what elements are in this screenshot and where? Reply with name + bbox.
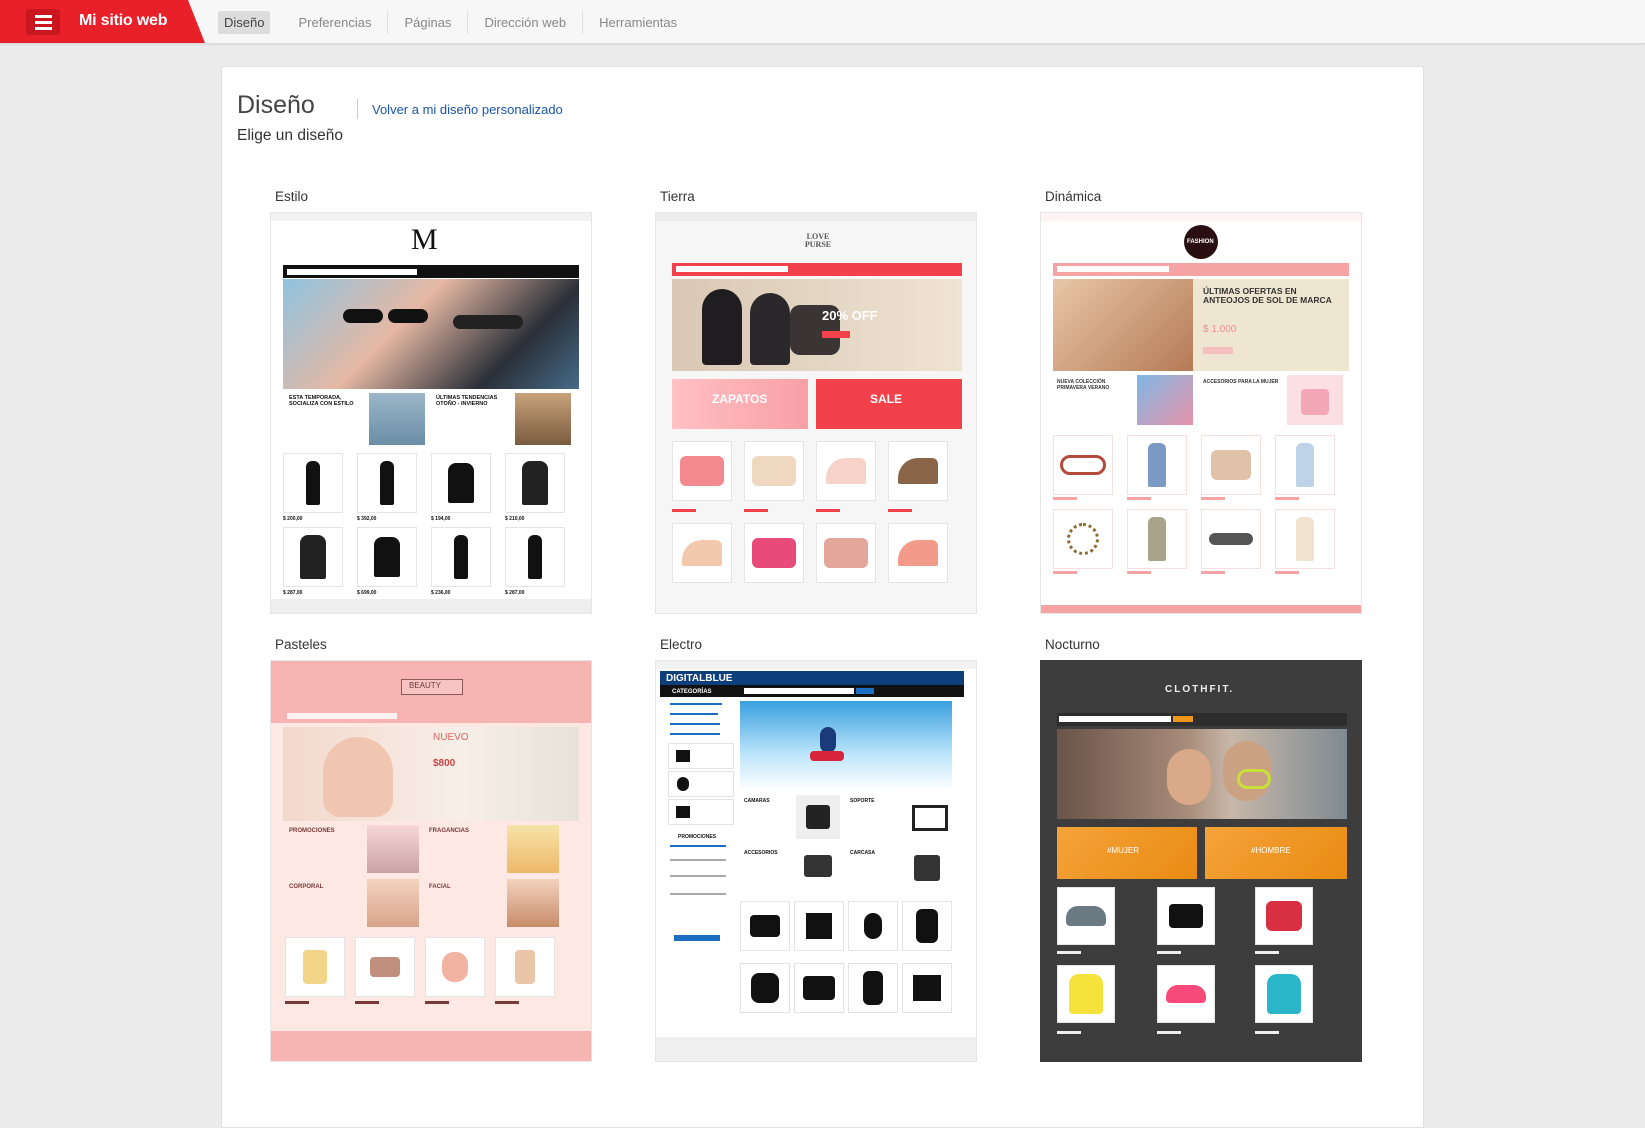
hero-image bbox=[283, 279, 579, 389]
theme-card-dinamica[interactable]: Dinámica FASHION ÚLTIMAS OFERTAS EN ANTE… bbox=[1040, 189, 1365, 614]
nav-tab-herramientas[interactable]: Herramientas bbox=[593, 11, 693, 34]
theme-name: Estilo bbox=[275, 189, 309, 204]
theme-card-tierra[interactable]: Tierra LOVE PURSE 20% OFF ZAPATOS SALE bbox=[655, 189, 980, 614]
theme-card-estilo[interactable]: Estilo M ESTA TEMPORADA, SOCIALIZA CON E… bbox=[270, 189, 595, 614]
back-to-custom-design-link[interactable]: Volver a mi diseño personalizado bbox=[372, 102, 563, 117]
theme-preview-tierra[interactable]: LOVE PURSE 20% OFF ZAPATOS SALE bbox=[655, 212, 977, 614]
top-bar: Mi sitio web Diseño Preferencias Páginas… bbox=[0, 0, 1645, 44]
hero-image: 20% OFF bbox=[672, 279, 962, 371]
main-nav: Diseño Preferencias Páginas Dirección we… bbox=[218, 11, 703, 34]
nav-tab-preferencias[interactable]: Preferencias bbox=[292, 11, 389, 34]
hero-image bbox=[1057, 729, 1347, 819]
site-title[interactable]: Mi sitio web bbox=[79, 12, 167, 30]
theme-logo: M bbox=[411, 223, 438, 256]
theme-preview-dinamica[interactable]: FASHION ÚLTIMAS OFERTAS EN ANTEOJOS DE S… bbox=[1040, 212, 1362, 614]
theme-name: Nocturno bbox=[1045, 637, 1100, 652]
theme-name: Electro bbox=[660, 637, 703, 652]
theme-logo: DIGITALBLUE bbox=[666, 673, 733, 684]
title-divider bbox=[357, 99, 358, 119]
hero-image: NUEVO $800 bbox=[283, 727, 579, 821]
nav-tab-direccion-web[interactable]: Dirección web bbox=[478, 11, 584, 34]
brand-area: Mi sitio web bbox=[0, 0, 205, 43]
page-title: Diseño bbox=[237, 91, 315, 119]
theme-name: Tierra bbox=[660, 189, 695, 204]
theme-card-pasteles[interactable]: Pasteles BEAUTY NUEVO $800 PROMOCIONES F… bbox=[270, 637, 595, 1062]
theme-logo: CLOTHFIT. bbox=[1165, 684, 1235, 695]
theme-logo: FASHION bbox=[1187, 239, 1214, 245]
theme-preview-nocturno[interactable]: CLOTHFIT. #MUJER #HOMBRE bbox=[1040, 660, 1362, 1062]
theme-card-nocturno[interactable]: Nocturno CLOTHFIT. #MUJER #HOMBRE bbox=[1040, 637, 1365, 1062]
theme-logo: BEAUTY bbox=[409, 681, 442, 690]
design-panel: Diseño Volver a mi diseño personalizado … bbox=[221, 66, 1424, 1128]
theme-preview-estilo[interactable]: M ESTA TEMPORADA, SOCIALIZA CON ESTILO Ú… bbox=[270, 212, 592, 614]
nav-tab-diseno[interactable]: Diseño bbox=[218, 11, 271, 34]
hamburger-icon[interactable] bbox=[26, 9, 60, 35]
theme-preview-pasteles[interactable]: BEAUTY NUEVO $800 PROMOCIONES FRAGANCIAS… bbox=[270, 660, 592, 1062]
theme-name: Dinámica bbox=[1045, 189, 1102, 204]
page-subtitle: Elige un diseño bbox=[237, 127, 343, 144]
theme-preview-electro[interactable]: DIGITALBLUE CATEGORÍAS PROMOCIONES CAMAR… bbox=[655, 660, 977, 1062]
hero-image bbox=[740, 701, 952, 791]
hero-image: ÚLTIMAS OFERTAS EN ANTEOJOS DE SOL DE MA… bbox=[1053, 279, 1349, 371]
theme-logo: LOVE PURSE bbox=[804, 232, 832, 249]
nav-tab-paginas[interactable]: Páginas bbox=[398, 11, 469, 34]
theme-name: Pasteles bbox=[275, 637, 327, 652]
theme-card-electro[interactable]: Electro DIGITALBLUE CATEGORÍAS PROMOCION… bbox=[655, 637, 980, 1062]
